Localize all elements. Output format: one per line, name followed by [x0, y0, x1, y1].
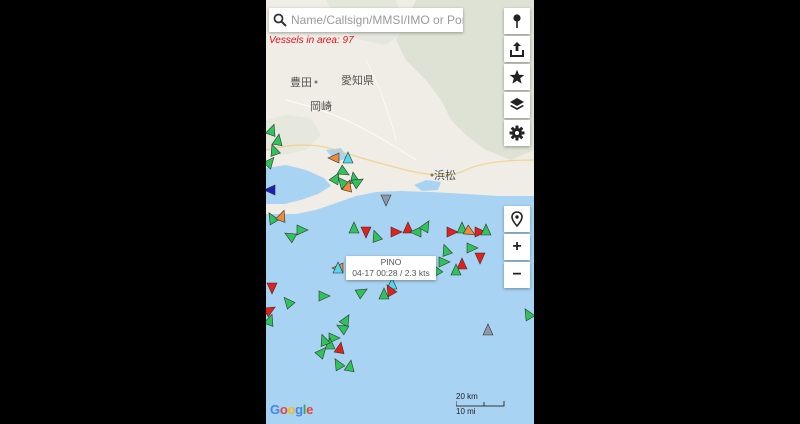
share-button[interactable]	[504, 36, 530, 62]
settings-icon	[509, 125, 525, 141]
vessel-popup-name: PINO	[380, 257, 402, 267]
pin-button[interactable]	[504, 8, 530, 34]
zoom-out-button[interactable]: −	[504, 262, 530, 288]
map-label-aichi: 愛知県	[341, 73, 374, 87]
layers-icon	[510, 98, 524, 110]
vessels-in-area-count: Vessels in area: 97	[269, 35, 354, 46]
google-logo: Google	[270, 402, 314, 417]
layers-button[interactable]	[504, 92, 530, 118]
search-bar[interactable]	[269, 8, 463, 32]
map-canvas[interactable]: 豊田 愛知県 岡崎 浜松	[266, 0, 534, 424]
zoom-in-button[interactable]: +	[504, 234, 530, 260]
locate-button[interactable]	[504, 206, 530, 232]
location-icon	[511, 211, 523, 227]
star-icon	[509, 69, 525, 84]
scale-bar: 20 km 10 mi	[456, 392, 506, 416]
settings-button[interactable]	[504, 120, 530, 146]
map-label-toyota: 豊田	[290, 76, 312, 89]
search-icon	[269, 8, 291, 32]
share-icon	[510, 42, 524, 57]
vessel-popup-info: 04-17 00:28 / 2.3 kts	[352, 268, 430, 278]
favorites-button[interactable]	[504, 64, 530, 90]
pin-icon	[513, 14, 521, 28]
search-input[interactable]	[291, 9, 463, 31]
scale-km: 20 km	[456, 392, 478, 401]
map-label-hamamatsu: 浜松	[434, 168, 456, 182]
vessel-popup[interactable]: PINO 04-17 00:28 / 2.3 kts	[346, 256, 436, 280]
scale-mi: 10 mi	[456, 407, 476, 416]
map-app: 豊田 愛知県 岡崎 浜松 Vessels in area: 97 + −	[266, 0, 534, 424]
